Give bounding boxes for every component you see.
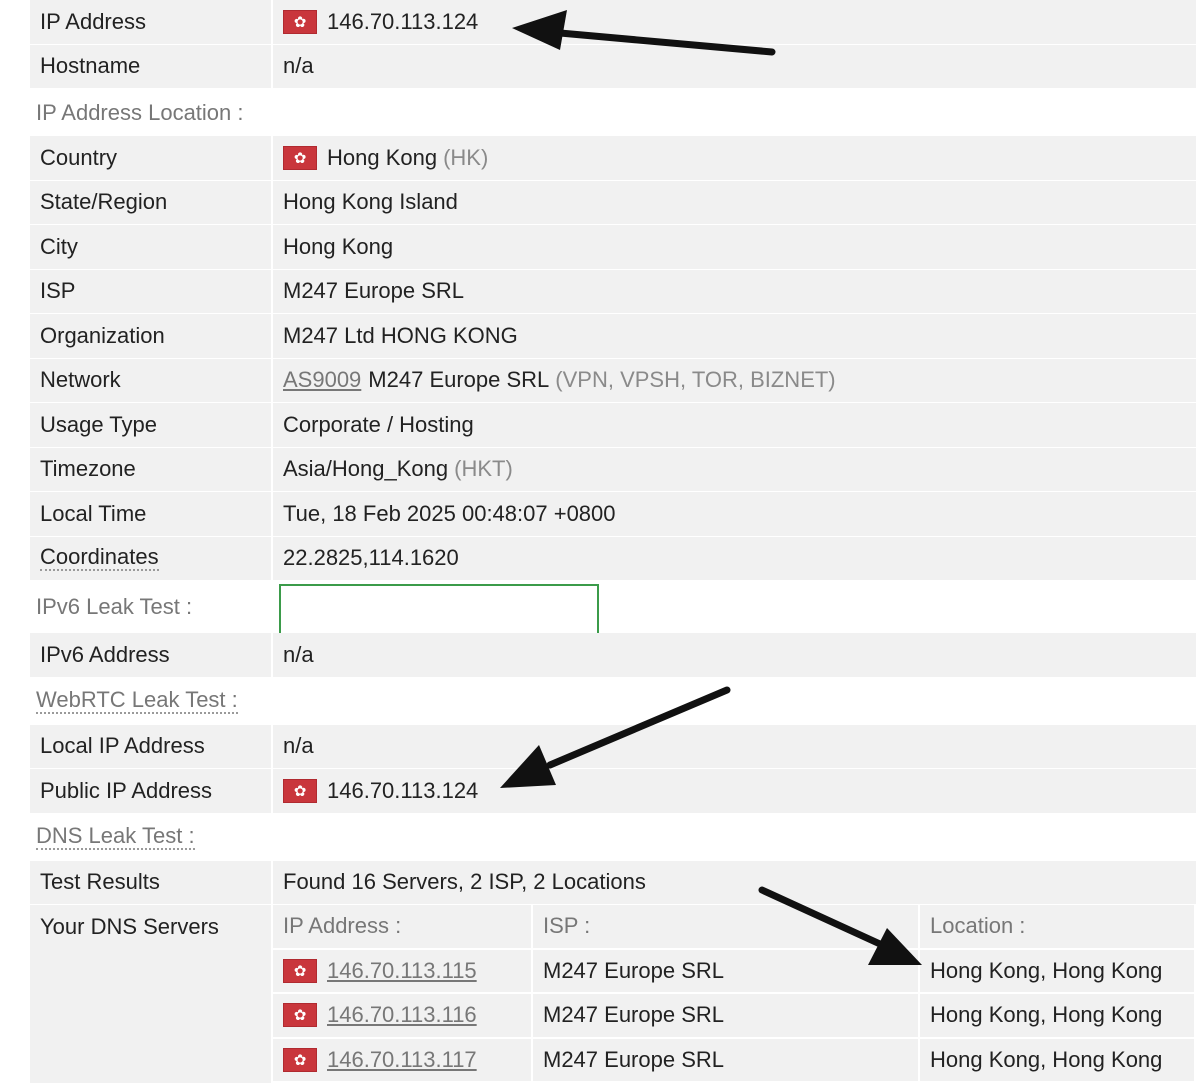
- row-key: Hostname: [30, 45, 273, 89]
- row-key: City: [30, 225, 273, 269]
- row-value: ✿ Hong Kong (HK): [273, 136, 1196, 180]
- row-key: Network: [30, 359, 273, 403]
- country-code: (HK): [443, 145, 488, 171]
- ipv6-test-result-box: [279, 584, 599, 636]
- dns-location-cell: Hong Kong, Hong Kong: [920, 1039, 1196, 1083]
- row-value: AS9009 M247 Europe SRL (VPN, VPSH, TOR, …: [273, 359, 1196, 403]
- section-label[interactable]: WebRTC Leak Test :: [36, 688, 238, 714]
- row-value: Asia/Hong_Kong (HKT): [273, 448, 1196, 492]
- dns-isp-cell: M247 Europe SRL: [533, 950, 920, 995]
- row-key: Public IP Address: [30, 769, 273, 813]
- row-value: M247 Ltd HONG KONG: [273, 314, 1196, 358]
- row-value: n/a: [273, 725, 1196, 769]
- section-webrtc-leak-test: WebRTC Leak Test :: [30, 678, 1196, 725]
- table-row: ✿ 146.70.113.117 M247 Europe SRL Hong Ko…: [30, 1039, 1196, 1083]
- row-key: Local IP Address: [30, 725, 273, 769]
- dns-isp-cell: M247 Europe SRL: [533, 994, 920, 1039]
- row-organization: Organization M247 Ltd HONG KONG: [30, 314, 1196, 359]
- asn-link[interactable]: AS9009: [283, 367, 361, 393]
- row-value: Hong Kong Island: [273, 181, 1196, 225]
- section-ip-location: IP Address Location :: [30, 89, 1196, 136]
- row-key[interactable]: Coordinates: [30, 537, 273, 581]
- column-header-isp: ISP :: [533, 905, 920, 950]
- section-label: IPv6 Leak Test :: [30, 581, 273, 633]
- section-label[interactable]: DNS Leak Test :: [36, 824, 195, 850]
- hong-kong-flag-icon: ✿: [283, 779, 317, 803]
- row-value: Hong Kong: [273, 225, 1196, 269]
- dns-ip-link[interactable]: 146.70.113.115: [327, 958, 477, 984]
- coordinates-label[interactable]: Coordinates: [40, 545, 159, 571]
- dns-location-cell: Hong Kong, Hong Kong: [920, 994, 1196, 1039]
- row-key: Timezone: [30, 448, 273, 492]
- row-hostname: Hostname n/a: [30, 45, 1196, 90]
- hong-kong-flag-icon: ✿: [283, 1048, 317, 1072]
- row-city: City Hong Kong: [30, 225, 1196, 270]
- dns-ip-link[interactable]: 146.70.113.117: [327, 1047, 477, 1073]
- row-public-ip: Public IP Address ✿ 146.70.113.124: [30, 769, 1196, 814]
- timezone-abbr: (HKT): [454, 456, 513, 482]
- row-network: Network AS9009 M247 Europe SRL (VPN, VPS…: [30, 359, 1196, 404]
- section-label: IP Address Location :: [36, 100, 244, 126]
- hong-kong-flag-icon: ✿: [283, 959, 317, 983]
- dns-ip-cell: ✿ 146.70.113.117: [273, 1039, 533, 1083]
- dns-isp-cell: M247 Europe SRL: [533, 1039, 920, 1083]
- row-timezone: Timezone Asia/Hong_Kong (HKT): [30, 448, 1196, 493]
- row-key-empty: [30, 950, 273, 995]
- row-local-time: Local Time Tue, 18 Feb 2025 00:48:07 +08…: [30, 492, 1196, 537]
- column-header-ip: IP Address :: [273, 905, 533, 950]
- row-state-region: State/Region Hong Kong Island: [30, 181, 1196, 226]
- ip-address-value: 146.70.113.124: [327, 9, 478, 35]
- row-local-ip: Local IP Address n/a: [30, 725, 1196, 770]
- row-key: IP Address: [30, 0, 273, 44]
- row-value: 22.2825,114.1620: [273, 537, 1196, 581]
- row-value: ✿ 146.70.113.124: [273, 769, 1196, 813]
- row-key-empty: [30, 1039, 273, 1083]
- row-value: ✿ 146.70.113.124: [273, 0, 1196, 44]
- dns-servers-header: Your DNS Servers IP Address : ISP : Loca…: [30, 905, 1196, 950]
- row-value: M247 Europe SRL: [273, 270, 1196, 314]
- dns-location-cell: Hong Kong, Hong Kong: [920, 950, 1196, 995]
- section-dns-leak-test: DNS Leak Test :: [30, 814, 1196, 861]
- dns-ip-cell: ✿ 146.70.113.116: [273, 994, 533, 1039]
- dns-ip-link[interactable]: 146.70.113.116: [327, 1002, 477, 1028]
- ip-info-table: IP Address ✿ 146.70.113.124 Hostname n/a…: [30, 0, 1196, 1083]
- column-header-location: Location :: [920, 905, 1196, 950]
- row-key: Organization: [30, 314, 273, 358]
- network-name: M247 Europe SRL: [368, 367, 549, 393]
- row-key: State/Region: [30, 181, 273, 225]
- timezone-name: Asia/Hong_Kong: [283, 456, 448, 482]
- row-ipv6-address: IPv6 Address n/a: [30, 633, 1196, 678]
- hong-kong-flag-icon: ✿: [283, 146, 317, 170]
- row-key: Usage Type: [30, 403, 273, 447]
- row-key: Test Results: [30, 861, 273, 905]
- row-key: Country: [30, 136, 273, 180]
- table-row: ✿ 146.70.113.116 M247 Europe SRL Hong Ko…: [30, 994, 1196, 1039]
- country-name: Hong Kong: [327, 145, 437, 171]
- row-value: Found 16 Servers, 2 ISP, 2 Locations: [273, 861, 1196, 905]
- row-isp: ISP M247 Europe SRL: [30, 270, 1196, 315]
- row-country: Country ✿ Hong Kong (HK): [30, 136, 1196, 181]
- row-value: n/a: [273, 633, 1196, 677]
- row-value: Corporate / Hosting: [273, 403, 1196, 447]
- row-test-results: Test Results Found 16 Servers, 2 ISP, 2 …: [30, 861, 1196, 906]
- row-key: Your DNS Servers: [30, 905, 273, 950]
- public-ip-value: 146.70.113.124: [327, 778, 478, 804]
- row-key: Local Time: [30, 492, 273, 536]
- row-value: Tue, 18 Feb 2025 00:48:07 +0800: [273, 492, 1196, 536]
- row-usage-type: Usage Type Corporate / Hosting: [30, 403, 1196, 448]
- hong-kong-flag-icon: ✿: [283, 10, 317, 34]
- row-ip-address: IP Address ✿ 146.70.113.124: [30, 0, 1196, 45]
- row-key: IPv6 Address: [30, 633, 273, 677]
- hong-kong-flag-icon: ✿: [283, 1003, 317, 1027]
- section-ipv6-leak-test: IPv6 Leak Test :: [30, 581, 1196, 633]
- row-coordinates: Coordinates 22.2825,114.1620: [30, 537, 1196, 582]
- dns-ip-cell: ✿ 146.70.113.115: [273, 950, 533, 995]
- row-key: ISP: [30, 270, 273, 314]
- row-value: n/a: [273, 45, 1196, 89]
- network-tags: (VPN, VPSH, TOR, BIZNET): [555, 367, 835, 393]
- row-key-empty: [30, 994, 273, 1039]
- table-row: ✿ 146.70.113.115 M247 Europe SRL Hong Ko…: [30, 950, 1196, 995]
